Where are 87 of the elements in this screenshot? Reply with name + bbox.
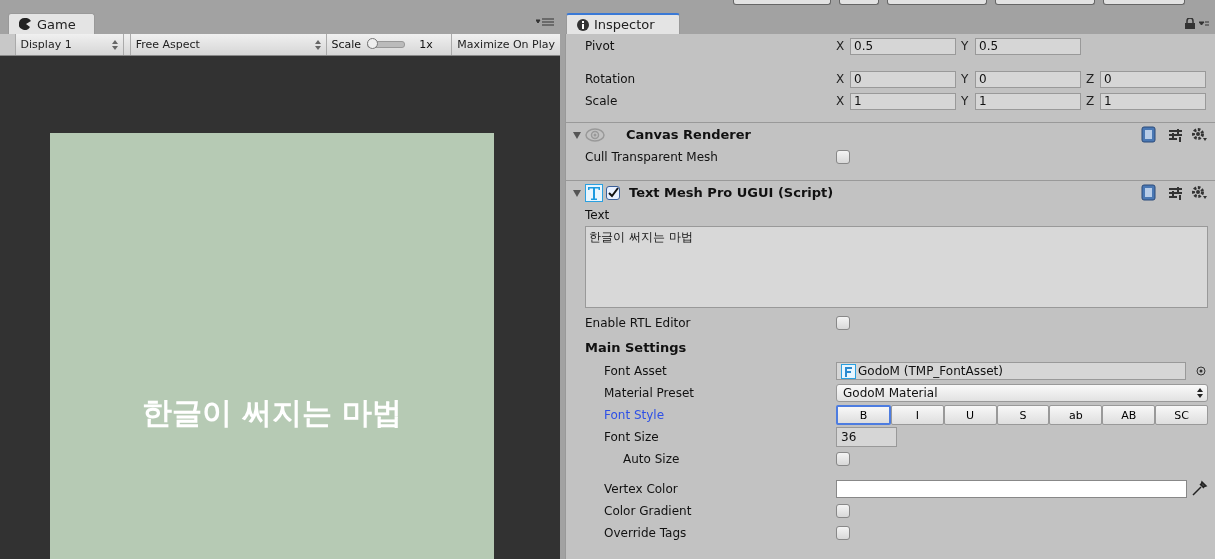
up-down-arrows-icon: [1197, 388, 1203, 398]
field-label: Font Size: [604, 430, 660, 444]
toolbar-button[interactable]: [839, 0, 879, 5]
axis-label: Z: [1086, 94, 1096, 108]
axis-label: Y: [961, 94, 970, 108]
number-field[interactable]: 0: [850, 70, 956, 88]
info-icon: [577, 18, 589, 31]
style-toggle[interactable]: S: [996, 405, 1050, 425]
scale-slider[interactable]: [367, 41, 406, 48]
text-component-icon: [585, 183, 603, 202]
menu-icon[interactable]: [1199, 20, 1209, 27]
field-label: Text: [585, 208, 610, 222]
menu-icon[interactable]: [536, 18, 554, 26]
axis-label: X: [836, 94, 846, 108]
help-book-icon[interactable]: [1140, 126, 1157, 143]
field-label: Rotation: [585, 72, 637, 86]
sliders-icon[interactable]: [1168, 185, 1183, 200]
maximize-toggle[interactable]: Maximize On Play: [452, 34, 560, 55]
toolbar-button[interactable]: [995, 0, 1095, 5]
field-label: Material Preset: [604, 386, 695, 400]
axis-label: Y: [961, 72, 970, 86]
checkbox[interactable]: [606, 185, 620, 200]
scale-label: Scale: [331, 38, 362, 51]
checkbox[interactable]: [836, 504, 850, 518]
up-down-arrows-icon: [314, 39, 321, 50]
expand-triangle-icon[interactable]: [572, 187, 582, 198]
field-label: Auto Size: [623, 452, 681, 466]
number-field[interactable]: 1: [975, 92, 1081, 110]
field-label: Color Gradient: [604, 504, 693, 518]
style-toggle[interactable]: B: [836, 405, 891, 425]
axis-label: X: [836, 72, 846, 86]
lock-icon[interactable]: [1185, 18, 1195, 29]
field-label: Scale: [585, 94, 619, 108]
pacman-icon: [19, 18, 32, 30]
number-field[interactable]: 0.5: [975, 37, 1081, 55]
up-down-arrows-icon: [111, 39, 118, 50]
number-field[interactable]: 36: [836, 427, 897, 447]
checkbox[interactable]: [836, 150, 850, 164]
display-dropdown[interactable]: Display 1: [15, 34, 124, 55]
help-book-icon[interactable]: [1140, 184, 1157, 201]
scale-value: 1x: [419, 38, 433, 51]
checkbox[interactable]: [836, 526, 850, 540]
toolbar-button[interactable]: [1103, 0, 1185, 5]
field-label: Cull Transparent Mesh: [585, 150, 719, 164]
style-toggle[interactable]: U: [943, 405, 997, 425]
field-label: Vertex Color: [604, 482, 679, 496]
settings-icon[interactable]: [1191, 127, 1208, 142]
checkbox[interactable]: [836, 452, 850, 466]
color-field[interactable]: [836, 480, 1187, 498]
sliders-icon[interactable]: [1168, 127, 1183, 142]
number-field[interactable]: 1: [1100, 92, 1206, 110]
number-field[interactable]: 0.5: [850, 37, 956, 55]
field-label: Font Asset: [604, 364, 668, 378]
number-field[interactable]: 0: [1100, 70, 1206, 88]
style-toggle[interactable]: ab: [1049, 405, 1103, 425]
axis-label: Y: [961, 39, 970, 53]
style-toggle[interactable]: I: [890, 405, 944, 425]
eyedropper-icon[interactable]: [1190, 480, 1208, 498]
toolbar-button[interactable]: [887, 0, 987, 5]
field-label: Enable RTL Editor: [585, 316, 692, 330]
game-text: 한글이 써지는 마법: [141, 394, 403, 432]
component-title: Canvas Renderer: [626, 127, 752, 142]
field-label: Font Style: [604, 408, 666, 422]
material-dropdown[interactable]: GodoM Material: [836, 384, 1208, 402]
component-title: Text Mesh Pro UGUI (Script): [629, 185, 835, 200]
game-tab[interactable]: Game: [8, 13, 95, 34]
style-toggle[interactable]: AB: [1102, 405, 1156, 425]
toolbar-button[interactable]: [733, 0, 831, 5]
slider-thumb[interactable]: [367, 38, 379, 49]
field-label: Pivot: [585, 39, 616, 53]
inspector-tab[interactable]: Inspector: [566, 13, 680, 34]
aspect-dropdown[interactable]: Free Aspect: [130, 34, 327, 55]
text-area[interactable]: 한글이 써지는 마법: [585, 226, 1208, 308]
panel-grip[interactable]: [0, 34, 16, 55]
eye-icon: [585, 127, 605, 142]
expand-triangle-icon[interactable]: [572, 129, 582, 140]
field-label: Override Tags: [604, 526, 688, 540]
axis-label: X: [836, 39, 846, 53]
settings-icon[interactable]: [1191, 185, 1208, 200]
number-field[interactable]: 0: [975, 70, 1081, 88]
font-asset-icon: [841, 363, 856, 379]
number-field[interactable]: 1: [850, 92, 956, 110]
style-toggle[interactable]: SC: [1155, 405, 1208, 425]
axis-label: Z: [1086, 72, 1096, 86]
checkbox[interactable]: [836, 316, 850, 330]
section-heading: Main Settings: [585, 339, 687, 355]
object-field[interactable]: GodoM (TMP_FontAsset): [836, 362, 1186, 380]
